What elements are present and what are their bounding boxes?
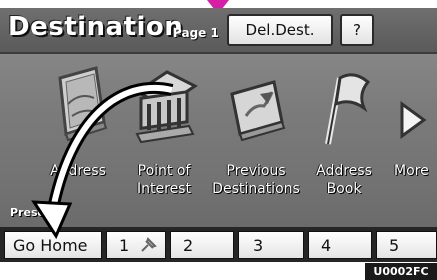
curved-arrow-icon bbox=[31, 81, 174, 240]
image-code: U0002FC bbox=[365, 263, 437, 280]
navigation-screen: Destination Page 1 Del.Dest. ? Address P… bbox=[0, 8, 437, 262]
